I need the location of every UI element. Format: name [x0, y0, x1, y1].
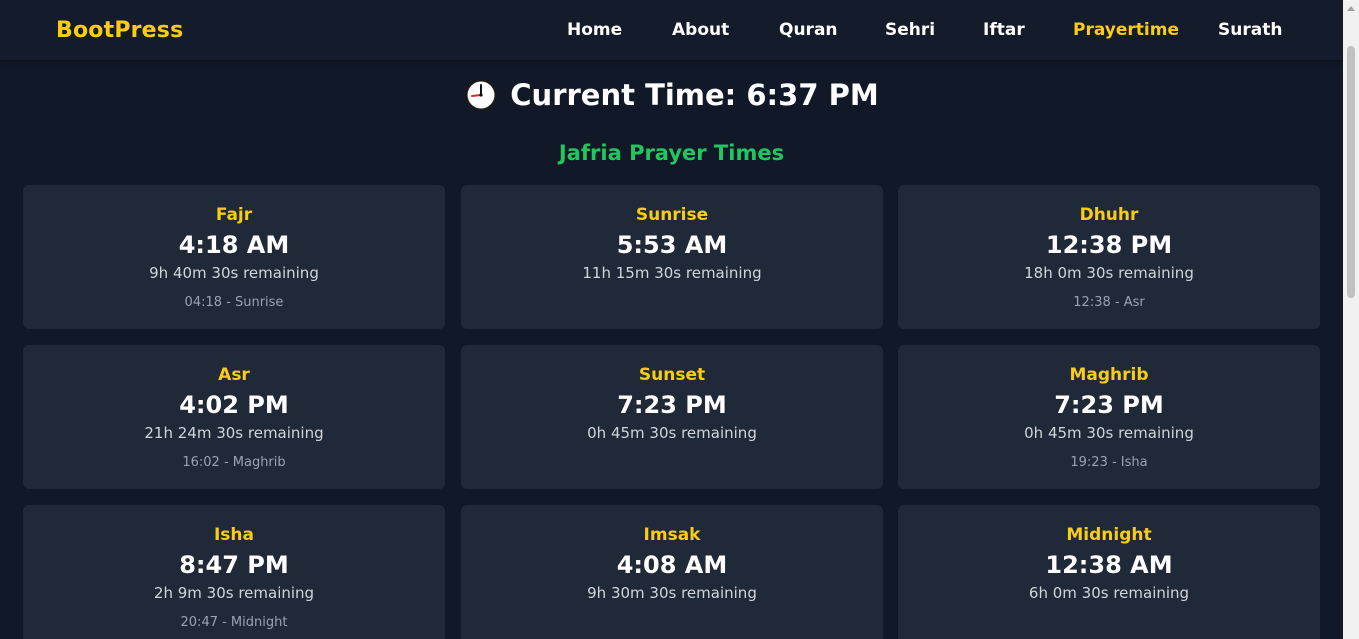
prayer-time: 7:23 PM: [617, 391, 727, 419]
page: BootPress Home About Quran Sehri Iftar P…: [0, 0, 1359, 639]
prayer-time: 4:08 AM: [616, 551, 728, 579]
nav-link-about[interactable]: About: [672, 20, 729, 40]
prayer-time: 8:47 PM: [179, 551, 289, 579]
nav-link-prayertime[interactable]: Prayertime: [1073, 20, 1179, 40]
nav-link-quran[interactable]: Quran: [779, 20, 838, 40]
prayer-remaining: 11h 15m 30s remaining: [582, 264, 762, 282]
prayer-range: 12:38 - Asr: [1073, 295, 1145, 310]
prayer-remaining: 6h 0m 30s remaining: [1028, 584, 1190, 602]
prayer-card-dhuhr: Dhuhr 12:38 PM 18h 0m 30s remaining 12:3…: [898, 185, 1320, 329]
prayer-remaining: 21h 24m 30s remaining: [144, 424, 324, 442]
prayer-card-maghrib: Maghrib 7:23 PM 0h 45m 30s remaining 19:…: [898, 345, 1320, 489]
current-time-header: Current Time: 6:37 PM: [0, 78, 1343, 112]
prayer-card-fajr: Fajr 4:18 AM 9h 40m 30s remaining 04:18 …: [23, 185, 445, 329]
prayer-card-midnight: Midnight 12:38 AM 6h 0m 30s remaining: [898, 505, 1320, 639]
prayer-name: Sunset: [638, 365, 706, 385]
nav-link-surath[interactable]: Surath: [1218, 20, 1282, 40]
prayer-name: Imsak: [643, 525, 701, 545]
prayer-card-asr: Asr 4:02 PM 21h 24m 30s remaining 16:02 …: [23, 345, 445, 489]
prayer-name: Midnight: [1066, 525, 1152, 545]
clock-icon: [465, 79, 498, 111]
prayer-remaining: 9h 30m 30s remaining: [587, 584, 757, 602]
navbar: BootPress Home About Quran Sehri Iftar P…: [0, 0, 1343, 60]
prayer-card-isha: Isha 8:47 PM 2h 9m 30s remaining 20:47 -…: [23, 505, 445, 639]
current-time-text: Current Time: 6:37 PM: [510, 78, 879, 112]
nav-link-home[interactable]: Home: [567, 20, 622, 40]
prayer-name: Fajr: [215, 205, 253, 225]
prayer-name: Sunrise: [635, 205, 709, 225]
prayer-name: Asr: [218, 365, 250, 385]
prayer-name: Dhuhr: [1079, 205, 1139, 225]
prayer-range: 16:02 - Maghrib: [182, 455, 286, 470]
prayer-time: 5:53 AM: [616, 231, 728, 259]
prayer-card-sunrise: Sunrise 5:53 AM 11h 15m 30s remaining: [461, 185, 883, 329]
nav-link-iftar[interactable]: Iftar: [983, 20, 1025, 40]
prayer-remaining: 2h 9m 30s remaining: [153, 584, 315, 602]
prayer-time: 4:02 PM: [179, 391, 289, 419]
prayer-name: Maghrib: [1069, 365, 1149, 385]
scrollbar-thumb[interactable]: [1347, 46, 1355, 298]
prayer-time: 7:23 PM: [1054, 391, 1164, 419]
scroll-up-arrow-icon[interactable]: [1347, 6, 1355, 11]
prayer-remaining: 0h 45m 30s remaining: [587, 424, 757, 442]
prayer-name: Isha: [213, 525, 255, 545]
prayer-card-sunset: Sunset 7:23 PM 0h 45m 30s remaining: [461, 345, 883, 489]
prayer-remaining: 9h 40m 30s remaining: [149, 264, 319, 282]
prayer-time: 4:18 AM: [178, 231, 290, 259]
prayer-remaining: 18h 0m 30s remaining: [1024, 264, 1194, 282]
prayer-time: 12:38 AM: [1045, 551, 1173, 579]
section-title: Jafria Prayer Times: [558, 141, 785, 165]
prayer-time: 12:38 PM: [1045, 231, 1173, 259]
vertical-scrollbar[interactable]: [1343, 0, 1359, 639]
prayer-remaining: 0h 45m 30s remaining: [1024, 424, 1194, 442]
brand-logo[interactable]: BootPress: [56, 18, 183, 43]
prayer-range: 19:23 - Isha: [1070, 455, 1148, 470]
prayer-card-imsak: Imsak 4:08 AM 9h 30m 30s remaining: [461, 505, 883, 639]
prayer-range: 04:18 - Sunrise: [184, 295, 284, 310]
nav-link-sehri[interactable]: Sehri: [885, 20, 935, 40]
prayer-range: 20:47 - Midnight: [180, 615, 288, 630]
